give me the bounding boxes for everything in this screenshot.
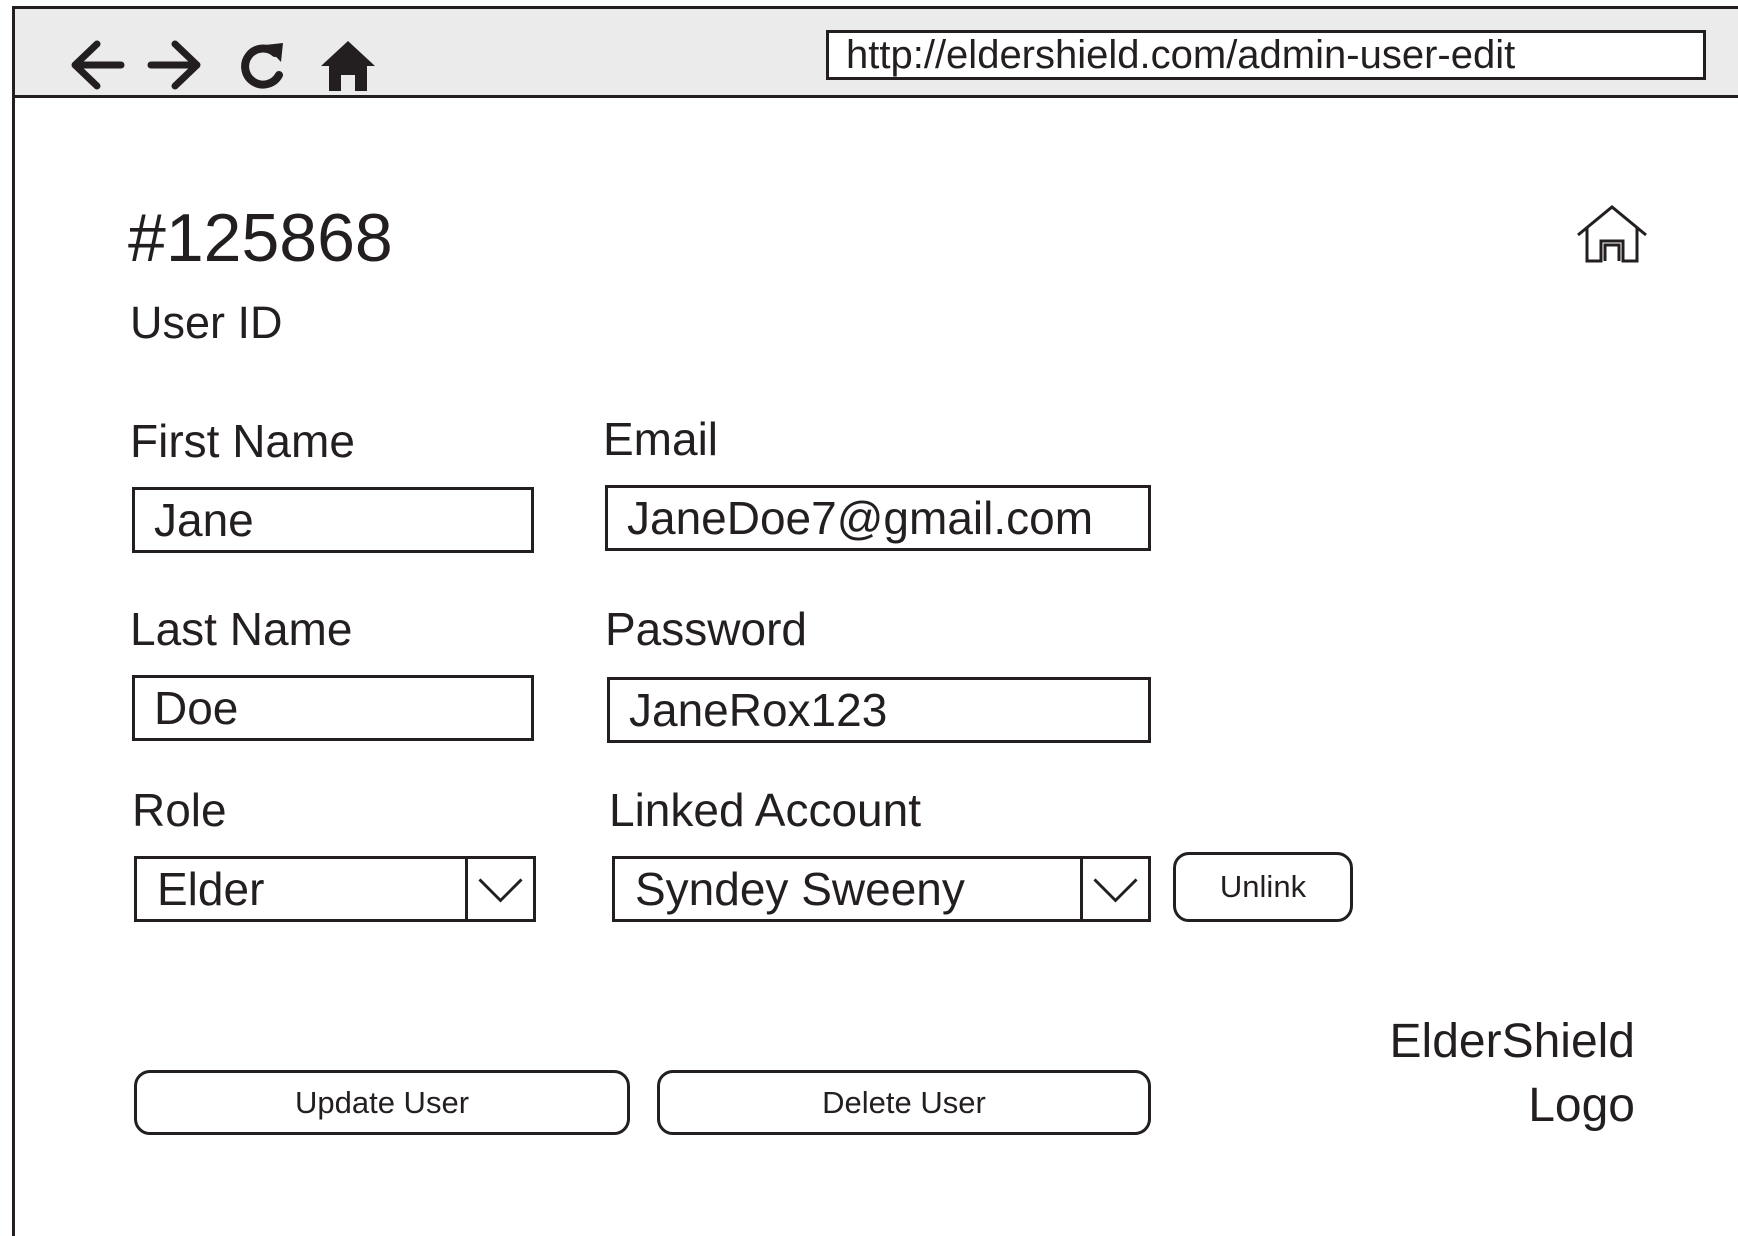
user-id-value: #125868	[128, 200, 393, 276]
last-name-label: Last Name	[130, 603, 353, 655]
linked-account-label: Linked Account	[609, 784, 922, 836]
address-bar[interactable]: http://eldershield.com/admin-user-edit	[826, 30, 1706, 80]
back-arrow-icon[interactable]	[63, 35, 129, 95]
first-name-label: First Name	[130, 415, 355, 467]
linked-account-select-value: Syndey Sweeny	[635, 863, 965, 915]
chevron-down-icon	[465, 859, 533, 919]
logo-line-1: ElderShield	[1389, 1015, 1635, 1068]
first-name-input[interactable]	[132, 487, 534, 553]
email-input[interactable]	[605, 485, 1151, 551]
role-label: Role	[132, 784, 227, 836]
home-outline-icon[interactable]	[1574, 203, 1650, 265]
delete-user-button[interactable]: Delete User	[657, 1070, 1151, 1135]
refresh-icon[interactable]	[231, 35, 297, 95]
linked-account-select[interactable]: Syndey Sweeny	[612, 856, 1151, 922]
home-icon[interactable]	[315, 35, 381, 95]
forward-arrow-icon[interactable]	[143, 35, 209, 95]
password-label: Password	[605, 603, 807, 655]
last-name-input[interactable]	[132, 675, 534, 741]
eldershield-logo: ElderShield Logo	[1390, 1010, 1635, 1138]
update-user-button[interactable]: Update User	[134, 1070, 630, 1135]
password-input[interactable]	[607, 677, 1151, 743]
role-select-value: Elder	[157, 863, 265, 915]
email-label: Email	[603, 413, 719, 465]
user-id-label: User ID	[130, 297, 283, 348]
unlink-button[interactable]: Unlink	[1173, 852, 1353, 922]
chevron-down-icon	[1080, 859, 1148, 919]
role-select[interactable]: Elder	[134, 856, 536, 922]
logo-line-2: Logo	[1528, 1079, 1635, 1132]
